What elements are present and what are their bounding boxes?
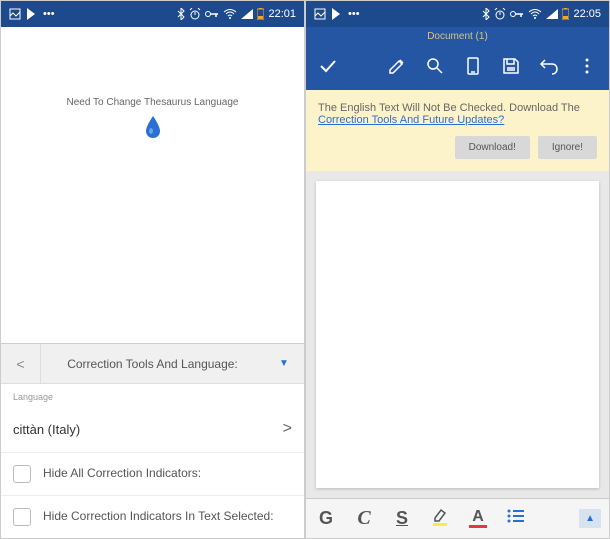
status-time: 22:05 <box>573 8 601 20</box>
collapse-chevron-icon[interactable]: ▼ <box>264 358 304 369</box>
bluetooth-icon <box>177 8 185 20</box>
checkbox-hide-all[interactable] <box>13 465 31 483</box>
play-store-icon <box>27 8 37 20</box>
main-area: Need To Change Thesaurus Language <box>1 27 304 343</box>
expand-format-icon[interactable]: ▲ <box>579 509 601 528</box>
font-color-button[interactable]: A <box>466 509 490 528</box>
save-icon[interactable] <box>501 56 521 81</box>
bottom-panel: < Correction Tools And Language: ▼ Langu… <box>1 343 304 538</box>
bold-button[interactable]: G <box>314 508 338 529</box>
document-body[interactable] <box>306 171 609 498</box>
water-drop-icon <box>144 116 162 144</box>
banner-link[interactable]: Correction Tools And Future Updates? <box>318 114 504 126</box>
bluetooth-icon <box>482 8 490 20</box>
play-store-icon <box>332 8 342 20</box>
language-value: cittàn (Italy) <box>13 422 80 437</box>
checkbox-section: Hide All Correction Indicators: Hide Cor… <box>1 452 304 538</box>
download-banner: The English Text Will Not Be Checked. Do… <box>306 90 609 171</box>
document-title: Document (1) <box>306 27 609 46</box>
signal-icon <box>241 9 253 19</box>
language-section: Language cittàn (Italy) > <box>1 384 304 452</box>
battery-icon <box>562 8 569 20</box>
undo-icon[interactable] <box>539 56 559 81</box>
download-button[interactable]: Download! <box>455 136 530 159</box>
confirm-button[interactable] <box>318 56 338 81</box>
vpn-key-icon <box>205 10 219 18</box>
panel-title: Correction Tools And Language: <box>41 357 264 371</box>
search-icon[interactable] <box>425 56 445 81</box>
wifi-icon <box>528 9 542 19</box>
document-page[interactable] <box>316 181 599 488</box>
hide-selected-row[interactable]: Hide Correction Indicators In Text Selec… <box>1 495 304 538</box>
panel-header: < Correction Tools And Language: ▼ <box>1 344 304 384</box>
hide-all-label: Hide All Correction Indicators: <box>43 466 201 482</box>
right-screenshot: ••• 22:05 Document (1) <box>305 0 610 539</box>
more-icon: ••• <box>348 8 360 20</box>
toolbar <box>306 46 609 90</box>
language-label: Language <box>13 392 292 402</box>
mobile-view-icon[interactable] <box>463 56 483 81</box>
banner-text: The English Text Will Not Be Checked. Do… <box>318 102 580 114</box>
alarm-icon <box>494 8 506 20</box>
battery-icon <box>257 8 264 20</box>
checkbox-hide-selected[interactable] <box>13 508 31 526</box>
language-row[interactable]: cittàn (Italy) > <box>13 410 292 448</box>
underline-button[interactable]: S <box>390 508 414 529</box>
more-icon: ••• <box>43 8 55 20</box>
edit-icon[interactable] <box>387 56 407 81</box>
left-screenshot: ••• 22:01 Need To Change The <box>0 0 305 539</box>
status-time: 22:01 <box>268 8 296 20</box>
alarm-icon <box>189 8 201 20</box>
gallery-icon <box>9 8 21 20</box>
status-bar: ••• 22:05 <box>306 1 609 27</box>
gallery-icon <box>314 8 326 20</box>
hide-all-row[interactable]: Hide All Correction Indicators: <box>1 452 304 495</box>
menu-icon[interactable] <box>577 56 597 81</box>
format-bar: G C S A ▲ <box>306 498 609 538</box>
signal-icon <box>546 9 558 19</box>
status-bar: ••• 22:01 <box>1 1 304 27</box>
highlight-button[interactable] <box>428 506 452 531</box>
back-button[interactable]: < <box>1 344 41 383</box>
chevron-right-icon: > <box>283 420 292 438</box>
vpn-key-icon <box>510 10 524 18</box>
document-header: Document (1) <box>306 27 609 90</box>
hide-selected-label: Hide Correction Indicators In Text Selec… <box>43 509 274 525</box>
list-button[interactable] <box>504 508 528 529</box>
wifi-icon <box>223 9 237 19</box>
ignore-button[interactable]: Ignore! <box>538 136 597 159</box>
thesaurus-message: Need To Change Thesaurus Language <box>67 97 239 108</box>
italic-button[interactable]: C <box>352 507 376 530</box>
